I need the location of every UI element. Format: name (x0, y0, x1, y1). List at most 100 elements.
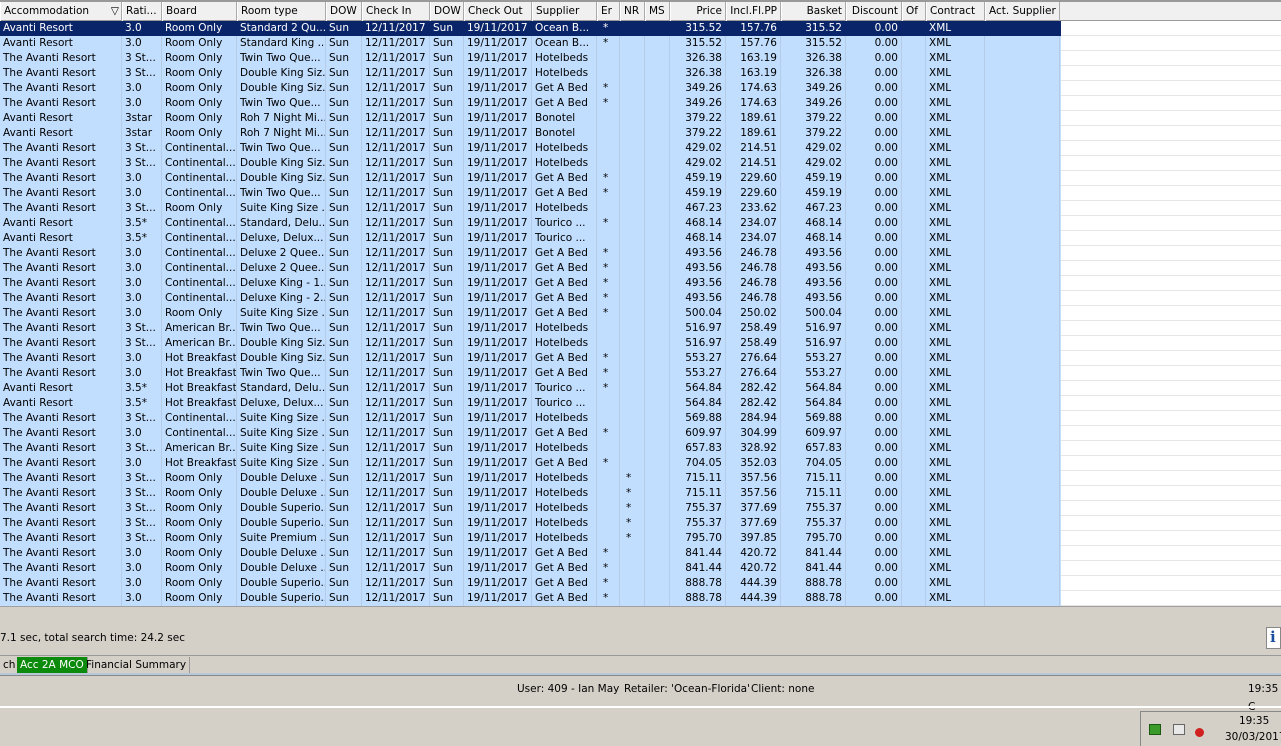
column-header-discount[interactable]: Discount (846, 2, 902, 21)
info-button[interactable]: i (1266, 627, 1281, 649)
cell-supplier: Get A Bed (532, 306, 597, 321)
cell-check-out: 19/11/2017 (464, 36, 532, 51)
cell-price: 609.97 (670, 426, 726, 441)
table-row[interactable]: The Avanti Resort 3.0 Room Only Suite King … (0, 306, 1281, 321)
cell-dow-in: Sun (326, 396, 362, 411)
table-row[interactable]: The Avanti Resort 3 St... Room Only Suite P… (0, 531, 1281, 546)
column-header-room-type[interactable]: Room type (237, 2, 326, 21)
column-header-price[interactable]: Price (670, 2, 726, 21)
table-row[interactable]: Avanti Resort 3star Room Only Roh 7 Night M… (0, 126, 1281, 141)
table-row[interactable]: The Avanti Resort 3 St... Room Only Twin Tw… (0, 51, 1281, 66)
tab-acc-2a-mco[interactable]: Acc 2A MCO (17, 657, 88, 673)
table-row[interactable]: The Avanti Resort 3.0 Continental... Deluxe… (0, 246, 1281, 261)
status-bar: User: 409 - Ian May Retailer: 'Ocean-Flo… (0, 680, 1281, 713)
table-row[interactable]: The Avanti Resort 3 St... Room Only Suite K… (0, 201, 1281, 216)
table-row[interactable]: Avanti Resort 3star Room Only Roh 7 Night M… (0, 111, 1281, 126)
cell-ms (645, 141, 670, 156)
table-row[interactable]: The Avanti Resort 3 St... Room Only Double … (0, 471, 1281, 486)
table-row[interactable]: The Avanti Resort 3.0 Room Only Double Supe… (0, 576, 1281, 591)
column-header-incl-fl-pp[interactable]: Incl.Fl.PP (726, 2, 781, 21)
cell-nr (620, 321, 645, 336)
cell-basket: 349.26 (781, 81, 846, 96)
table-row[interactable]: The Avanti Resort 3.0 Continental... Double… (0, 171, 1281, 186)
column-header-contract[interactable]: Contract (926, 2, 985, 21)
table-row[interactable]: The Avanti Resort 3 St... American Br... Su… (0, 441, 1281, 456)
column-header-accommodation[interactable]: Accommodation ▽ (0, 2, 122, 21)
cell-nr: * (620, 501, 645, 516)
table-row[interactable]: The Avanti Resort 3.0 Hot Breakfast Twin Tw… (0, 366, 1281, 381)
table-row[interactable]: Avanti Resort 3.5* Continental... Deluxe, D… (0, 231, 1281, 246)
table-row[interactable]: The Avanti Resort 3 St... Continental... Do… (0, 156, 1281, 171)
table-row[interactable]: Avanti Resort 3.0 Room Only Standard King .… (0, 36, 1281, 51)
column-header-basket[interactable]: Basket (781, 2, 846, 21)
table-row[interactable]: The Avanti Resort 3.0 Hot Breakfast Suite K… (0, 456, 1281, 471)
table-row[interactable]: The Avanti Resort 3 St... Room Only Double … (0, 516, 1281, 531)
tab-financial-summary[interactable]: Financial Summary (83, 657, 191, 673)
cell-dow-out: Sun (430, 471, 464, 486)
table-row[interactable]: The Avanti Resort 3.0 Continental... Deluxe… (0, 261, 1281, 276)
table-row[interactable]: The Avanti Resort 3.0 Room Only Double Supe… (0, 591, 1281, 606)
table-row[interactable]: The Avanti Resort 3.0 Hot Breakfast Double … (0, 351, 1281, 366)
cell-act-supplier (985, 576, 1060, 591)
network-card-icon[interactable] (1149, 724, 1161, 735)
volume-muted-icon[interactable] (1195, 728, 1204, 737)
cell-accommodation: The Avanti Resort (0, 186, 122, 201)
table-row[interactable]: The Avanti Resort 3 St... Room Only Double … (0, 66, 1281, 81)
cell-incl-fl-pp: 258.49 (726, 336, 781, 351)
column-header-dow-in[interactable]: DOW (326, 2, 362, 21)
cell-room-type: Suite King Size ... (237, 411, 326, 426)
table-row[interactable]: Avanti Resort 3.5* Continental... Standard,… (0, 216, 1281, 231)
column-header-board[interactable]: Board (162, 2, 237, 21)
column-header-nr[interactable]: NR (620, 2, 645, 21)
table-row[interactable]: The Avanti Resort 3.0 Continental... Twin T… (0, 186, 1281, 201)
cell-dow-out: Sun (430, 366, 464, 381)
column-header-act-supplier[interactable]: Act. Supplier (985, 2, 1060, 21)
column-header-ms[interactable]: MS (645, 2, 670, 21)
cell-board: Hot Breakfast (162, 381, 237, 396)
column-header-rating[interactable]: Rati... (122, 2, 162, 21)
table-row[interactable]: Avanti Resort 3.5* Hot Breakfast Deluxe, De… (0, 396, 1281, 411)
cell-incl-fl-pp: 304.99 (726, 426, 781, 441)
table-row[interactable]: Avanti Resort 3.5* Hot Breakfast Standard, … (0, 381, 1281, 396)
cell-basket: 755.37 (781, 516, 846, 531)
column-header-supplier[interactable]: Supplier (532, 2, 597, 21)
table-row[interactable]: The Avanti Resort 3.0 Room Only Double King… (0, 81, 1281, 96)
cell-check-out: 19/11/2017 (464, 411, 532, 426)
cell-price: 315.52 (670, 21, 726, 36)
network-icon[interactable] (1173, 724, 1185, 735)
table-row[interactable]: The Avanti Resort 3.0 Room Only Double Delu… (0, 546, 1281, 561)
cell-check-in: 12/11/2017 (362, 321, 430, 336)
table-row[interactable]: Avanti Resort 3.0 Room Only Standard 2 Qu..… (0, 21, 1281, 36)
column-header-check-in[interactable]: Check In (362, 2, 430, 21)
column-header-check-out[interactable]: Check Out (464, 2, 532, 21)
table-row[interactable]: The Avanti Resort 3.0 Continental... Deluxe… (0, 291, 1281, 306)
cell-act-supplier (985, 501, 1060, 516)
cell-of (902, 261, 926, 276)
column-header-er[interactable]: Er (597, 2, 620, 21)
table-row[interactable]: The Avanti Resort 3 St... Continental... Su… (0, 411, 1281, 426)
cell-dow-out: Sun (430, 561, 464, 576)
cell-check-out: 19/11/2017 (464, 351, 532, 366)
cell-dow-out: Sun (430, 306, 464, 321)
cell-dow-out: Sun (430, 246, 464, 261)
table-row[interactable]: The Avanti Resort 3 St... Room Only Double … (0, 501, 1281, 516)
table-row[interactable]: The Avanti Resort 3.0 Continental... Suite … (0, 426, 1281, 441)
column-header-of[interactable]: Of (902, 2, 926, 21)
table-row[interactable]: The Avanti Resort 3.0 Room Only Double Delu… (0, 561, 1281, 576)
cell-rating: 3 St... (122, 531, 162, 546)
table-row[interactable]: The Avanti Resort 3 St... American Br... Tw… (0, 321, 1281, 336)
table-row[interactable]: The Avanti Resort 3.0 Room Only Twin Two Qu… (0, 96, 1281, 111)
cell-accommodation: The Avanti Resort (0, 546, 122, 561)
filter-icon[interactable]: ▽ (111, 2, 119, 21)
column-header-dow-out[interactable]: DOW (430, 2, 464, 21)
cell-room-type: Standard, Delu... (237, 381, 326, 396)
table-row[interactable]: The Avanti Resort 3 St... Continental... Tw… (0, 141, 1281, 156)
table-row[interactable]: The Avanti Resort 3 St... Room Only Double … (0, 486, 1281, 501)
cell-nr (620, 411, 645, 426)
cell-rating: 3.0 (122, 276, 162, 291)
cell-incl-fl-pp: 444.39 (726, 591, 781, 606)
table-row[interactable]: The Avanti Resort 3.0 Continental... Deluxe… (0, 276, 1281, 291)
results-grid[interactable]: Accommodation ▽ Rati... Board Room type DOW Ch… (0, 0, 1281, 607)
cell-incl-fl-pp: 420.72 (726, 561, 781, 576)
table-row[interactable]: The Avanti Resort 3 St... American Br... Do… (0, 336, 1281, 351)
